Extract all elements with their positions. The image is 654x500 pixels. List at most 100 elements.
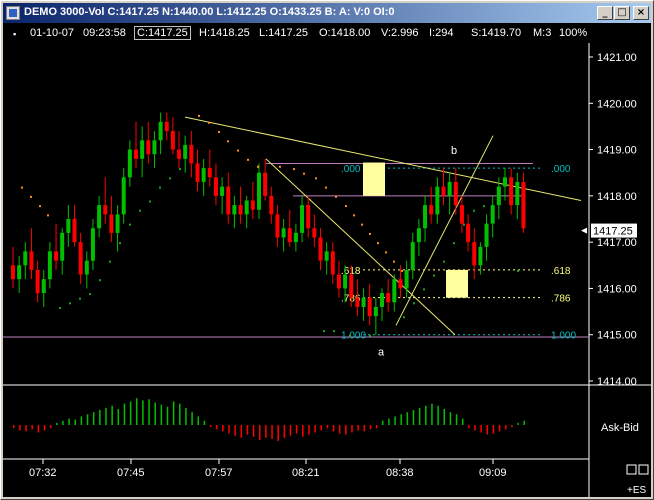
candle-body[interactable] [146, 140, 151, 155]
candle-body[interactable] [134, 149, 138, 159]
ask-bid-bar [191, 412, 193, 425]
candle-body[interactable] [373, 306, 378, 317]
candle-body[interactable] [140, 140, 145, 159]
candle-body[interactable] [496, 186, 501, 206]
candle-body[interactable] [466, 223, 471, 243]
candle-body[interactable] [423, 205, 428, 229]
candle-body[interactable] [35, 269, 40, 294]
candle-body[interactable] [515, 181, 520, 206]
candle-body[interactable] [312, 228, 317, 238]
candle-body[interactable] [238, 205, 243, 215]
candle-body[interactable] [509, 177, 514, 206]
candle-body[interactable] [281, 228, 286, 238]
candle-body[interactable] [152, 140, 157, 155]
candle-body[interactable] [226, 186, 231, 215]
candle-body[interactable] [318, 237, 323, 261]
candle-body[interactable] [183, 144, 188, 159]
candle-body[interactable] [66, 219, 71, 233]
candle-body[interactable] [416, 228, 421, 243]
candle-body[interactable] [472, 242, 477, 266]
candle-body[interactable] [195, 163, 200, 182]
candle-body[interactable] [78, 242, 83, 275]
candle-body[interactable] [177, 149, 182, 159]
candle-body[interactable] [201, 168, 206, 182]
candle-body[interactable] [109, 214, 114, 233]
candle-body[interactable] [410, 242, 415, 270]
candle-body[interactable] [158, 121, 163, 141]
candle-body[interactable] [490, 205, 495, 224]
candle-body[interactable] [263, 172, 268, 196]
candle-body[interactable] [380, 293, 384, 307]
candle-body[interactable] [17, 265, 22, 280]
ask-bid-bar [13, 425, 15, 429]
candle-body[interactable] [269, 195, 274, 215]
candle-body[interactable] [447, 181, 452, 196]
candle-body[interactable] [84, 260, 89, 275]
candle-body[interactable] [435, 186, 440, 215]
candle-body[interactable] [521, 181, 526, 229]
candle-body[interactable] [392, 279, 397, 303]
ask-bid-bar [185, 407, 187, 425]
candle-body[interactable] [41, 279, 46, 294]
minimize-button[interactable]: _ [597, 6, 613, 20]
candle-body[interactable] [275, 214, 280, 238]
candle-body[interactable] [115, 214, 120, 233]
green-dot [323, 330, 325, 333]
candle-body[interactable] [287, 228, 292, 243]
panel-icon-a[interactable] [626, 464, 637, 475]
candle-body[interactable] [441, 186, 446, 196]
candle-body[interactable] [349, 274, 354, 298]
candle-body[interactable] [343, 274, 348, 289]
candle-body[interactable] [257, 172, 261, 210]
candle-body[interactable] [170, 131, 175, 150]
candle-body[interactable] [213, 177, 218, 196]
candle-body[interactable] [232, 205, 237, 215]
trendline-diagonal[interactable] [265, 158, 456, 336]
candle-body[interactable] [324, 251, 329, 261]
candle-body[interactable] [367, 297, 372, 317]
candle-body[interactable] [23, 251, 28, 266]
candle-body[interactable] [207, 168, 212, 178]
candle-body[interactable] [60, 232, 65, 261]
candle-body[interactable] [121, 177, 126, 215]
candle-body[interactable] [484, 223, 489, 247]
candle-body[interactable] [29, 251, 34, 270]
green-dot [159, 186, 161, 189]
candle-body[interactable] [355, 297, 360, 307]
candle-body[interactable] [244, 200, 249, 215]
candle-body[interactable] [293, 232, 298, 243]
ask-bid-bar [68, 418, 70, 425]
maximize-button[interactable]: □ [614, 6, 630, 20]
candle-body[interactable] [306, 205, 311, 229]
close-button[interactable]: × [633, 6, 649, 20]
title-bar[interactable]: DEMO 3000-Vol C:1417.25 N:1440.00 L:1412… [3, 3, 651, 23]
candle-body[interactable] [330, 251, 335, 275]
candle-body[interactable] [164, 121, 169, 132]
time-tick-label: 07:32 [29, 467, 57, 479]
chart-area[interactable]: ▪ 01-10-07 09:23:58 C:1417.25 H:1418.25 … [3, 23, 651, 497]
candle-body[interactable] [386, 293, 391, 303]
candle-body[interactable] [189, 144, 194, 164]
price-chart-svg[interactable]: .000.000.618.618.786.7861.000 1.000ab 142… [3, 23, 651, 497]
candle-body[interactable] [220, 186, 225, 196]
candle-body[interactable] [429, 205, 434, 215]
candle-body[interactable] [459, 205, 464, 224]
candle-body[interactable] [300, 205, 305, 233]
candle-body[interactable] [503, 177, 507, 187]
candle-body[interactable] [127, 149, 132, 178]
candle-body[interactable] [361, 297, 366, 307]
candle-body[interactable] [103, 205, 108, 215]
candle-body[interactable] [72, 219, 77, 243]
candle-body[interactable] [398, 279, 403, 289]
candle-body[interactable] [47, 251, 52, 280]
candle-body[interactable] [336, 274, 341, 289]
candle-body[interactable] [11, 265, 15, 280]
candle-body[interactable] [90, 228, 95, 261]
candle-body[interactable] [478, 246, 483, 266]
candle-body[interactable] [54, 251, 59, 261]
candle-body[interactable] [250, 200, 255, 210]
candle-body[interactable] [97, 205, 102, 229]
candle-body[interactable] [404, 269, 409, 289]
candle-body[interactable] [453, 181, 458, 206]
panel-icon-b[interactable] [638, 464, 649, 475]
